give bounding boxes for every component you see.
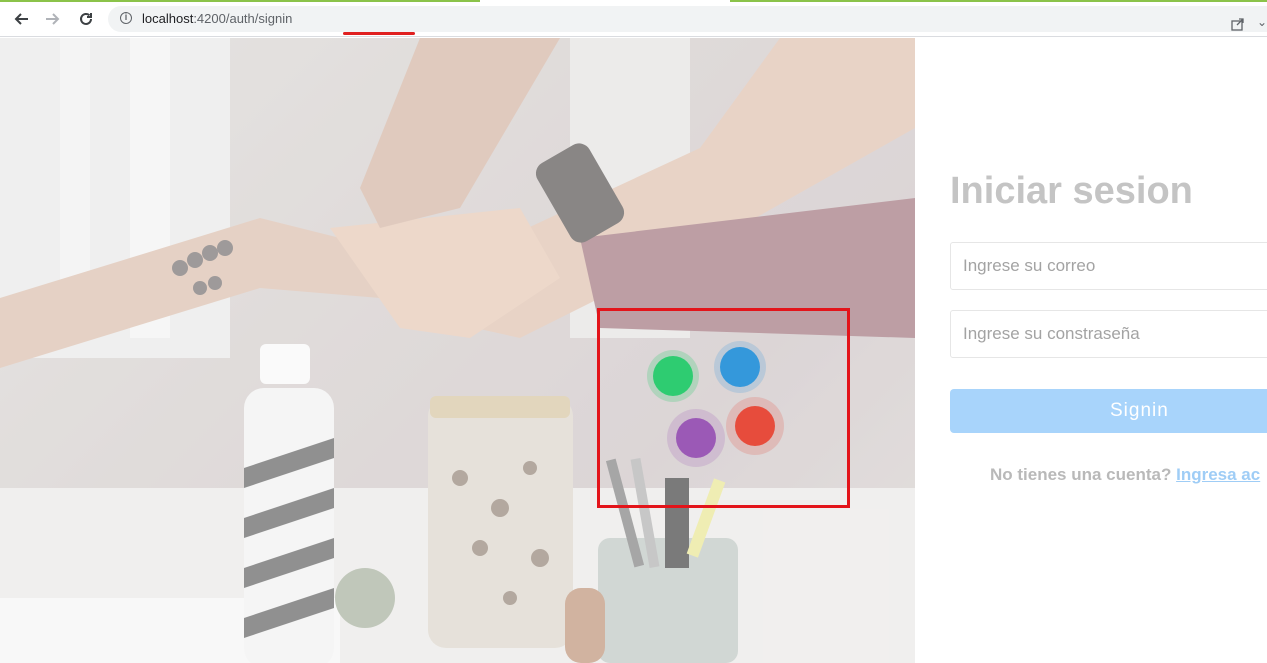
email-field[interactable] bbox=[950, 242, 1267, 290]
loading-spinner-highlight bbox=[597, 308, 850, 508]
share-icon[interactable] bbox=[1231, 17, 1245, 31]
info-icon[interactable]: i bbox=[120, 12, 132, 24]
no-account-text: No tienes una cuenta? bbox=[990, 465, 1172, 484]
address-bar[interactable]: i localhost:4200/auth/signin ⌄ bbox=[108, 6, 1267, 35]
browser-toolbar: i localhost:4200/auth/signin ⌄ bbox=[0, 0, 1267, 37]
reload-icon[interactable] bbox=[75, 8, 97, 30]
url-host: localhost bbox=[142, 11, 194, 26]
signup-link[interactable]: Ingresa ac bbox=[1176, 465, 1260, 484]
chevron-icon[interactable]: ⌄ bbox=[1257, 15, 1267, 29]
signin-button[interactable]: Signin bbox=[950, 389, 1267, 433]
login-panel: Iniciar sesion Signin No tienes una cuen… bbox=[915, 38, 1267, 663]
loader-dot-red bbox=[726, 397, 784, 455]
url-text: localhost:4200/auth/signin bbox=[142, 11, 292, 26]
loader-dot-blue bbox=[714, 341, 766, 393]
url-port: :4200 bbox=[193, 11, 226, 26]
page-title: Iniciar sesion bbox=[950, 170, 1193, 212]
loader-dot-purple bbox=[667, 409, 725, 467]
forward-arrow-icon[interactable] bbox=[42, 8, 64, 30]
back-arrow-icon[interactable] bbox=[10, 8, 32, 30]
url-path: /auth/signin bbox=[225, 11, 293, 26]
signup-prompt: No tienes una cuenta? Ingresa ac bbox=[990, 465, 1260, 485]
url-highlight-underline bbox=[343, 32, 415, 35]
loader-dot-green bbox=[647, 350, 699, 402]
password-field[interactable] bbox=[950, 310, 1267, 358]
